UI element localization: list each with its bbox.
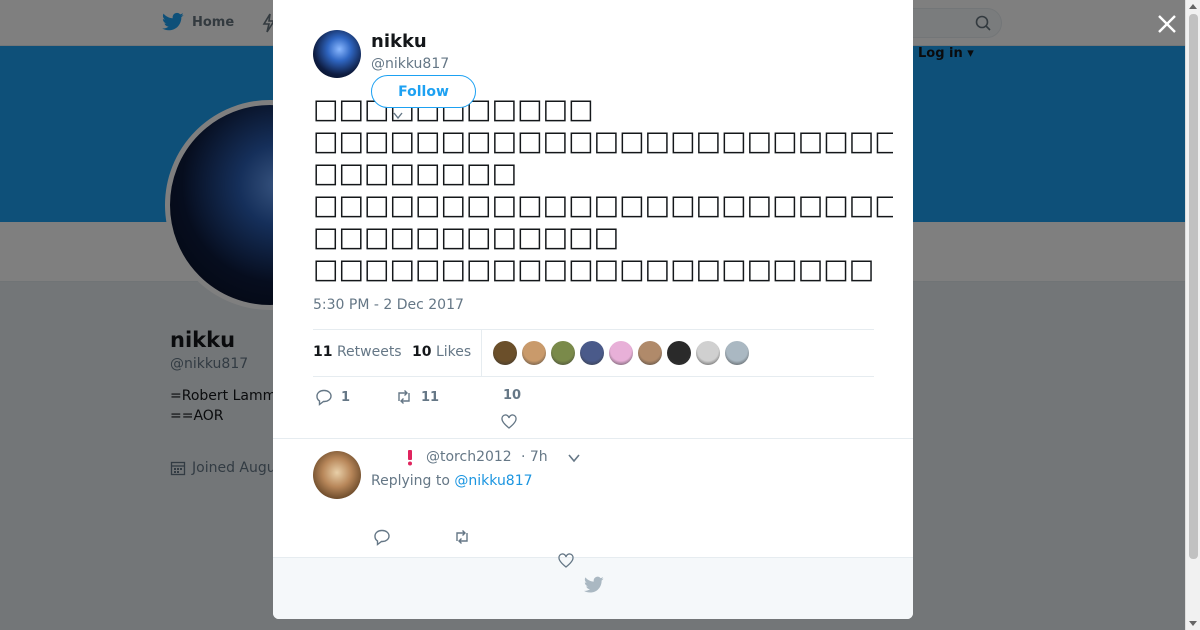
chevron-down-icon[interactable] [567,453,581,463]
liker-avatar[interactable] [522,341,546,365]
likes-label: Likes [435,344,472,360]
retweets-stat[interactable]: 11 Retweets [313,344,402,360]
author-handle[interactable]: @nikku817 [371,56,449,72]
retweets-count: 11 [313,344,333,360]
liker-avatar[interactable] [638,341,662,365]
tweet-text: □□□□□□□□□□□ □□□□□□□□□□□□□□□□□□□□□□□□□ □□… [313,94,893,286]
alert-icon [408,450,412,466]
reply-count: 1 [341,389,351,405]
like-count: 10 [503,388,522,403]
scrollbar-thumb[interactable] [1189,14,1198,559]
scrollbar[interactable] [1185,0,1200,630]
modal-footer [273,557,913,619]
twitter-bird-icon [584,576,604,593]
reply-author-avatar[interactable] [313,451,361,499]
tweet-modal: nikku @nikku817 □□□□□□□□□□□ □□□□□□□□□□□□… [273,0,913,619]
reply-author-handle[interactable]: @torch2012 [426,449,512,465]
retweets-label: Retweets [336,344,402,360]
scroll-up-arrow-icon[interactable] [1189,4,1197,9]
scroll-down-arrow-icon[interactable] [1189,621,1197,626]
retweet-count: 11 [421,389,440,405]
reply-icon [316,389,332,406]
replying-to: Replying to @nikku817 [371,473,533,489]
retweet-icon [398,390,410,404]
liker-avatar[interactable] [580,341,604,365]
chevron-down-icon[interactable] [393,112,403,120]
stats-divider [481,330,482,376]
tweet-text-line: □□□□□□□□□□□□□□□□□□□□□□□□□□□□□□□□□□□ [313,190,893,221]
liker-avatar[interactable] [696,341,720,365]
reply-icon[interactable] [373,528,391,546]
liker-avatar[interactable] [667,341,691,365]
replying-to-link[interactable]: @nikku817 [454,473,532,489]
like-button[interactable]: 10 [503,388,521,403]
liker-avatars [493,341,749,365]
heart-icon[interactable] [557,552,575,570]
replying-prefix: Replying to [371,473,450,489]
likes-count: 10 [412,344,432,360]
liker-avatar[interactable] [725,341,749,365]
tweet-stats: 11 Retweets 10 Likes [313,329,874,377]
author-avatar[interactable] [313,30,361,78]
follow-button[interactable]: Follow [371,75,476,108]
tweet-timestamp[interactable]: 5:30 PM - 2 Dec 2017 [313,297,464,313]
tweet-text-line: □□□□□□□□ [313,158,518,189]
author-name[interactable]: nikku [371,31,427,52]
tweet-actions: 1 11 10 [313,388,874,431]
reply-divider [273,438,913,439]
likes-stat[interactable]: 10 Likes [412,344,471,360]
reply-button[interactable]: 1 [315,388,350,406]
retweet-icon[interactable] [453,528,471,546]
liker-avatar[interactable] [609,341,633,365]
tweet-text-line: □□□□□□□□□□□□ [313,222,620,253]
retweet-button[interactable]: 11 [395,388,439,406]
reply-time[interactable]: · 7h [521,449,548,465]
liker-avatar[interactable] [493,341,517,365]
tweet-text-line: □□□□□□□□□□□□□□□□□□□□□□ [313,254,875,285]
tweet-text-line: □□□□□□□□□□□□□□□□□□□□□□□□□ [313,126,893,157]
liker-avatar[interactable] [551,341,575,365]
heart-icon[interactable] [500,413,518,431]
close-icon[interactable] [1155,12,1179,36]
